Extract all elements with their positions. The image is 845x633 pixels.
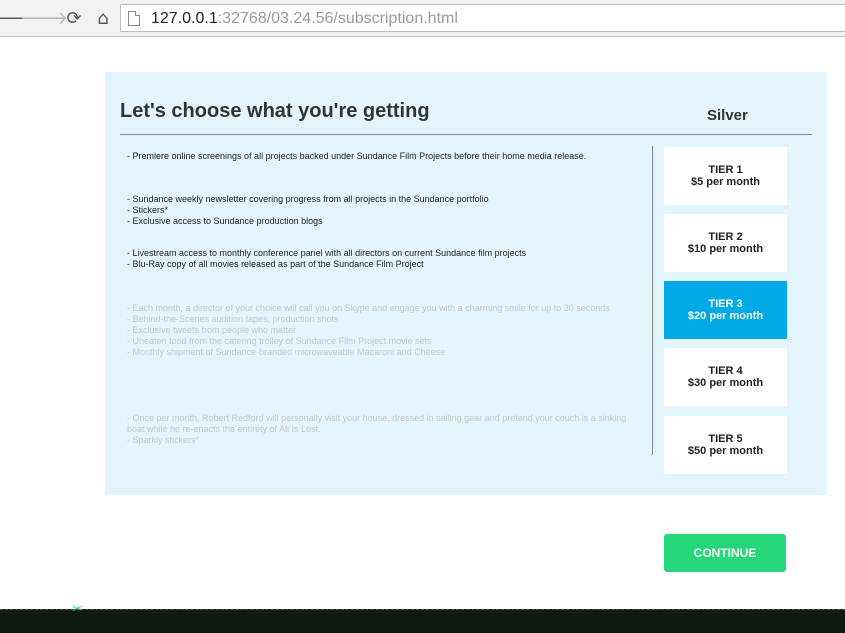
plan-name: Silver (707, 107, 748, 124)
tier-name: TIER 1 (708, 164, 743, 176)
page-icon (128, 11, 140, 26)
feature-item: - Uneaten food from the catering trolley… (127, 336, 432, 346)
feature-item: - Behind-the-Scenes audition tapes, prod… (127, 314, 339, 324)
tier-name: TIER 3 (708, 298, 743, 310)
feature-item: - Blu-Ray copy of all movies released as… (127, 259, 424, 269)
tier-name: TIER 4 (708, 365, 743, 377)
feature-group-tier3: - Livestream access to monthly conferenc… (127, 248, 647, 270)
page-title: Let's choose what you're getting (120, 100, 430, 122)
feature-group-tier5: - Once per month, Robert Redford will pe… (127, 413, 647, 446)
subscription-panel: Let's choose what you're getting Silver … (105, 72, 827, 495)
feature-item: - Sparkly stickers* (127, 435, 200, 445)
feature-item: - Livestream access to monthly conferenc… (127, 248, 527, 258)
tier-price: $20 per month (687, 310, 764, 322)
feature-item: - Monthly shipment of Sundance-branded m… (127, 347, 446, 357)
footer-bar: ✂ (0, 602, 845, 633)
tier-price: $50 per month (687, 445, 764, 457)
divider (120, 134, 812, 135)
continue-button[interactable]: CONTINUE (664, 534, 786, 572)
home-icon[interactable]: ⌂ (92, 7, 114, 29)
feature-item: - Exclusive access to Sundance productio… (127, 216, 323, 226)
tier-price: $5 per month (690, 176, 761, 188)
feature-group-tier4: - Each month, a director of your choice … (127, 303, 647, 358)
vertical-divider (652, 146, 653, 455)
scissors-icon: ✂ (72, 602, 83, 617)
feature-item: - Premiere online screenings of all proj… (127, 151, 587, 161)
feature-item: - Each month, a director of your choice … (127, 303, 610, 313)
address-bar[interactable]: 127.0.0.1:32768/03.24.56/subscription.ht… (120, 4, 845, 32)
tier-2-option[interactable]: TIER 2 $10 per month (664, 214, 787, 272)
browser-toolbar: 🡐 🡒 ⟳ ⌂ 127.0.0.1:32768/03.24.56/subscri… (0, 0, 845, 37)
feature-item: - Exclusive tweets from people who matte… (127, 325, 297, 335)
feature-group-tier2: - Sundance weekly newsletter covering pr… (127, 194, 647, 227)
tier-4-option[interactable]: TIER 4 $30 per month (664, 348, 787, 406)
tier-3-option[interactable]: TIER 3 $20 per month (664, 281, 787, 339)
tier-5-option[interactable]: TIER 5 $50 per month (664, 416, 787, 474)
tier-price: $30 per month (687, 377, 764, 389)
feature-item: - Sundance weekly newsletter covering pr… (127, 194, 489, 204)
tier-1-option[interactable]: TIER 1 $5 per month (664, 147, 787, 205)
feature-group-tier1: - Premiere online screenings of all proj… (127, 151, 647, 162)
tier-price: $10 per month (687, 243, 764, 255)
tier-name: TIER 5 (708, 433, 743, 445)
url-text: 127.0.0.1:32768/03.24.56/subscription.ht… (151, 10, 458, 27)
forward-arrow-icon[interactable]: 🡒 (20, 7, 68, 29)
feature-item: - Once per month, Robert Redford will pe… (127, 413, 627, 434)
feature-item: - Stickers* (127, 205, 169, 215)
reload-icon[interactable]: ⟳ (63, 7, 85, 29)
tier-name: TIER 2 (708, 231, 743, 243)
